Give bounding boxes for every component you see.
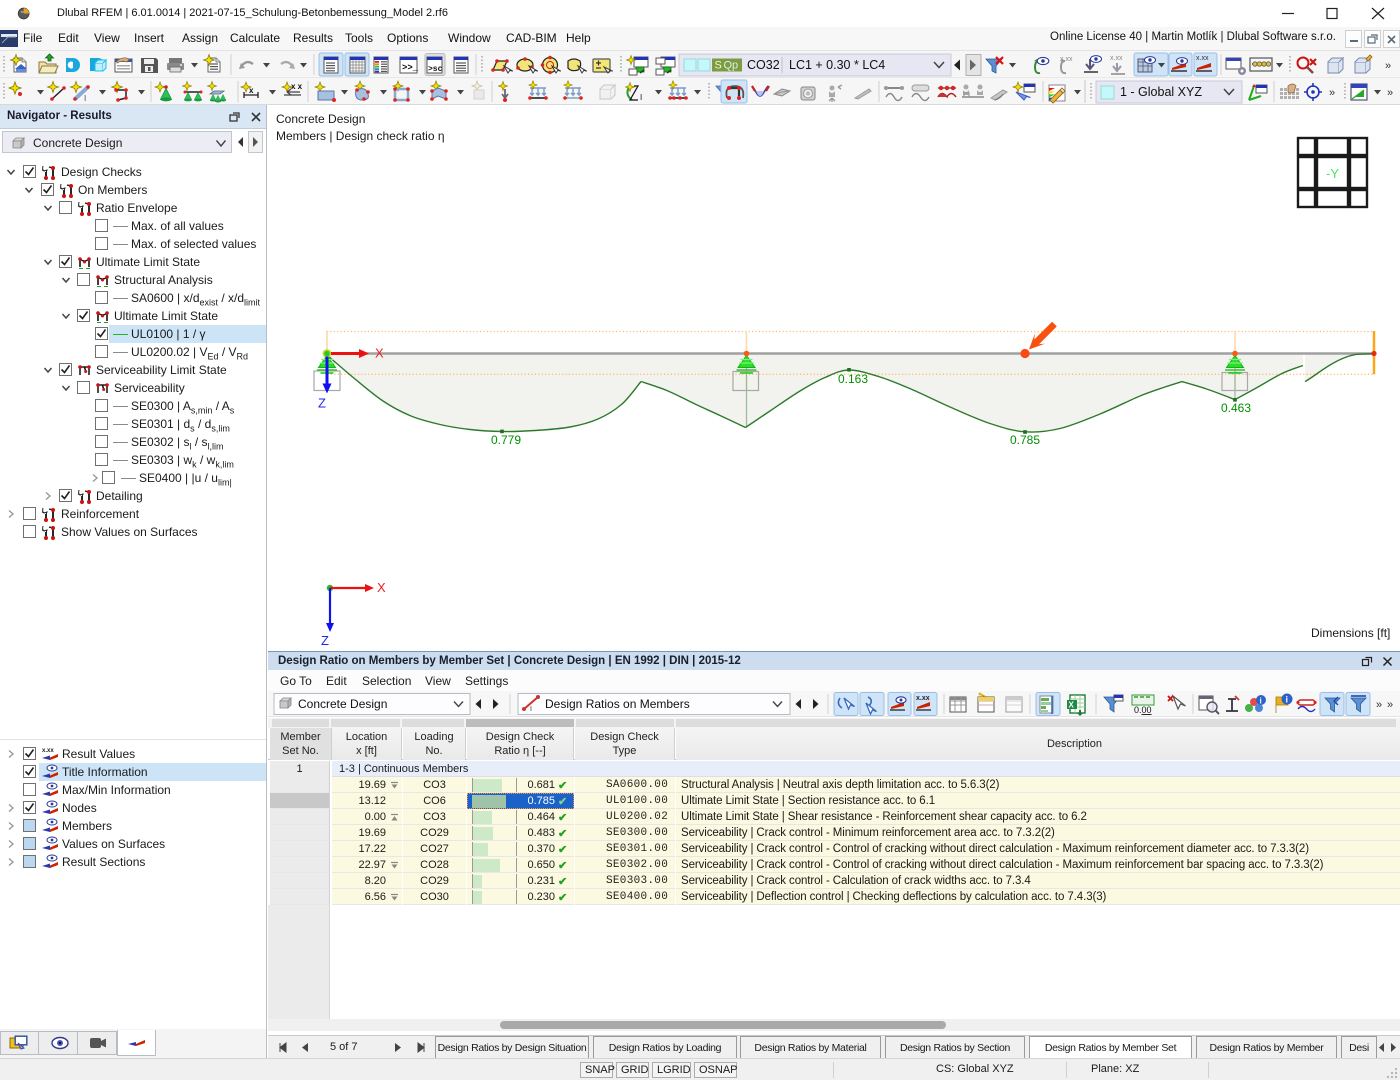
svg-text:>>_: >>_ [402, 63, 419, 73]
svg-text:0.463: 0.463 [1221, 401, 1251, 415]
svg-text:S: S [715, 60, 722, 72]
svg-text:Design Ratios on Members: Design Ratios on Members [545, 697, 690, 711]
svg-text:Qp: Qp [724, 60, 739, 72]
svg-text:»: » [1385, 60, 1391, 72]
svg-text:X: X [375, 346, 384, 361]
svg-text:Z: Z [321, 633, 329, 648]
svg-text:0.779: 0.779 [491, 433, 521, 447]
svg-text:i: i [1260, 697, 1262, 706]
svg-text:x x: x x [291, 82, 303, 91]
svg-text:LC1 + 0.30 * LC4: LC1 + 0.30 * LC4 [789, 58, 885, 72]
svg-text:x.xx: x.xx [42, 748, 54, 754]
svg-text:1 - Global XYZ: 1 - Global XYZ [1120, 85, 1202, 99]
svg-text:»: » [1376, 699, 1382, 711]
svg-text:»: » [1387, 699, 1393, 711]
svg-text:-Y: -Y [1326, 166, 1339, 181]
svg-text:I: I [530, 706, 532, 713]
svg-text:X: X [377, 580, 386, 595]
svg-text:I: I [640, 93, 642, 102]
svg-text:CO32: CO32 [747, 58, 780, 72]
svg-text:Z: Z [318, 396, 326, 411]
svg-text:x.xx: x.xx [916, 695, 930, 702]
svg-text:x.xx: x.xx [1110, 55, 1123, 62]
svg-text:0.163: 0.163 [838, 372, 868, 386]
svg-text:i: i [1286, 695, 1289, 705]
svg-text:I: I [84, 94, 86, 103]
svg-text:>sc: >sc [428, 65, 443, 74]
svg-text:Concrete Design: Concrete Design [298, 697, 387, 711]
svg-text:x.xx: x.xx [1196, 55, 1209, 62]
svg-text:0.785: 0.785 [1010, 433, 1040, 447]
svg-text:x: x [249, 86, 254, 95]
svg-text:x.xx: x.xx [1060, 56, 1073, 63]
svg-text:»: » [1387, 87, 1393, 99]
svg-text:»: » [1329, 87, 1335, 99]
svg-text:0.00: 0.00 [1134, 705, 1152, 715]
svg-text:X: X [1069, 701, 1075, 710]
